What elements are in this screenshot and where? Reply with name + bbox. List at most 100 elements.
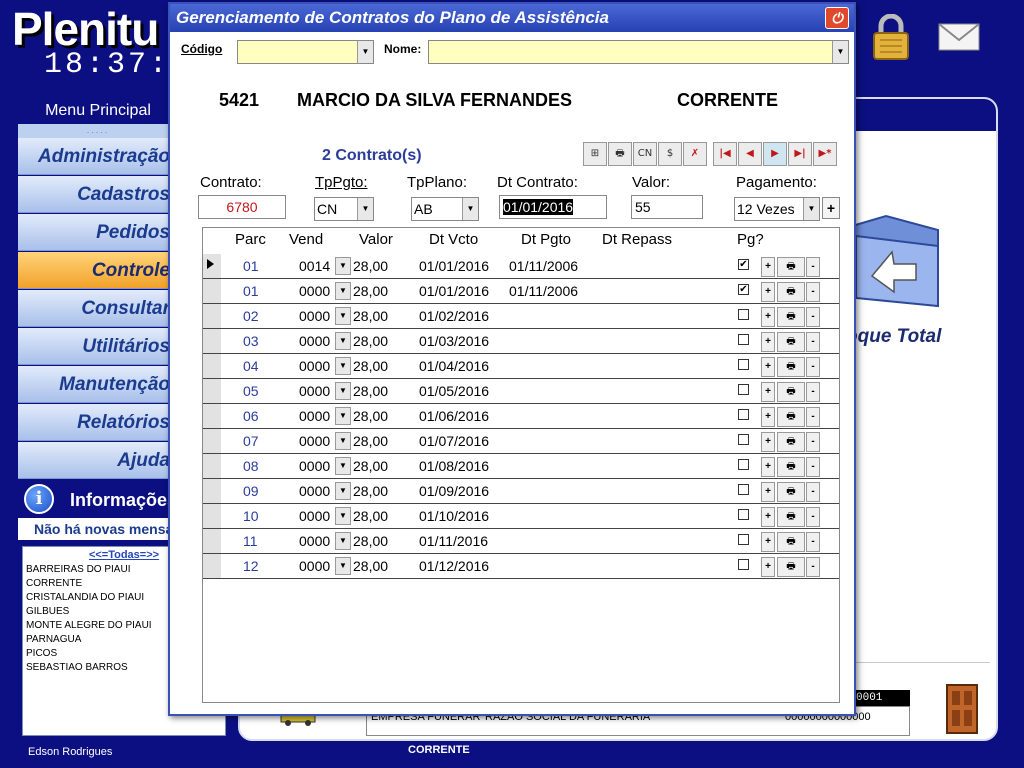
paid-checkbox[interactable] bbox=[738, 359, 749, 370]
tree-icon[interactable]: ⊞ bbox=[583, 142, 607, 166]
chevron-down-icon[interactable]: ▼ bbox=[335, 557, 351, 575]
chevron-down-icon[interactable]: ▼ bbox=[335, 507, 351, 525]
cell-vend[interactable]: 0000 bbox=[299, 283, 330, 299]
row-add-button[interactable]: + bbox=[761, 357, 775, 377]
row-add-button[interactable]: + bbox=[761, 307, 775, 327]
chevron-down-icon[interactable]: ▼ bbox=[335, 357, 351, 375]
lock-icon[interactable] bbox=[872, 14, 910, 60]
row-print-icon[interactable]: 🖶 bbox=[777, 407, 805, 427]
row-print-icon[interactable]: 🖶 bbox=[777, 332, 805, 352]
tppgto-select[interactable]: CN ▼ bbox=[314, 197, 374, 221]
paid-checkbox[interactable] bbox=[738, 309, 749, 320]
row-print-icon[interactable]: 🖶 bbox=[777, 532, 805, 552]
pagamento-select[interactable]: 12 Vezes ▼ bbox=[734, 197, 820, 221]
row-remove-button[interactable]: - bbox=[806, 307, 820, 327]
row-print-icon[interactable]: 🖶 bbox=[777, 282, 805, 302]
print-icon[interactable]: 🖶 bbox=[608, 142, 632, 166]
table-row[interactable]: 06 0000 ▼ 28,00 01/06/2016 + 🖶 - bbox=[203, 404, 839, 429]
contrato-field[interactable]: 6780 bbox=[198, 195, 286, 219]
table-row[interactable]: 01 0000 ▼ 28,00 01/01/2016 01/11/2006 ✔ + 🖶 - bbox=[203, 279, 839, 304]
menu-item-administracao[interactable]: Administração bbox=[18, 138, 178, 175]
table-row[interactable]: 07 0000 ▼ 28,00 01/07/2016 + 🖶 - bbox=[203, 429, 839, 454]
cell-vend[interactable]: 0000 bbox=[299, 383, 330, 399]
paid-checkbox[interactable]: ✔ bbox=[738, 284, 749, 295]
row-add-button[interactable]: + bbox=[761, 257, 775, 277]
paid-checkbox[interactable] bbox=[738, 434, 749, 445]
paid-checkbox[interactable] bbox=[738, 559, 749, 570]
row-print-icon[interactable]: 🖶 bbox=[777, 307, 805, 327]
row-print-icon[interactable]: 🖶 bbox=[777, 557, 805, 577]
cell-vend[interactable]: 0000 bbox=[299, 358, 330, 374]
paid-checkbox[interactable] bbox=[738, 384, 749, 395]
last-record-icon[interactable]: ▶| bbox=[788, 142, 812, 166]
cell-vend[interactable]: 0000 bbox=[299, 433, 330, 449]
tpplano-select[interactable]: AB ▼ bbox=[411, 197, 479, 221]
table-row[interactable]: 02 0000 ▼ 28,00 01/02/2016 + 🖶 - bbox=[203, 304, 839, 329]
paid-checkbox[interactable] bbox=[738, 334, 749, 345]
chevron-down-icon[interactable]: ▼ bbox=[335, 332, 351, 350]
row-remove-button[interactable]: - bbox=[806, 482, 820, 502]
chevron-down-icon[interactable]: ▼ bbox=[335, 457, 351, 475]
chevron-down-icon[interactable]: ▼ bbox=[832, 41, 848, 63]
table-row[interactable]: 04 0000 ▼ 28,00 01/04/2016 + 🖶 - bbox=[203, 354, 839, 379]
cell-vend[interactable]: 0000 bbox=[299, 333, 330, 349]
codigo-select[interactable]: ▼ bbox=[237, 40, 374, 64]
paid-checkbox[interactable] bbox=[738, 409, 749, 420]
chevron-down-icon[interactable]: ▼ bbox=[335, 482, 351, 500]
table-row[interactable]: 12 0000 ▼ 28,00 01/12/2016 + 🖶 - bbox=[203, 554, 839, 579]
paid-checkbox[interactable] bbox=[738, 484, 749, 495]
first-record-icon[interactable]: |◀ bbox=[713, 142, 737, 166]
table-row[interactable]: 05 0000 ▼ 28,00 01/05/2016 + 🖶 - bbox=[203, 379, 839, 404]
row-remove-button[interactable]: - bbox=[806, 432, 820, 452]
table-row[interactable]: 08 0000 ▼ 28,00 01/08/2016 + 🖶 - bbox=[203, 454, 839, 479]
add-payment-button[interactable]: + bbox=[822, 197, 840, 219]
cn-button[interactable]: CN bbox=[633, 142, 657, 166]
chevron-down-icon[interactable]: ▼ bbox=[803, 198, 819, 220]
chevron-down-icon[interactable]: ▼ bbox=[357, 198, 373, 220]
menu-item-cadastros[interactable]: Cadastros bbox=[18, 176, 178, 213]
cell-vend[interactable]: 0000 bbox=[299, 408, 330, 424]
row-add-button[interactable]: + bbox=[761, 482, 775, 502]
folder-icon[interactable] bbox=[842, 206, 946, 314]
paid-checkbox[interactable] bbox=[738, 459, 749, 470]
table-row[interactable]: 03 0000 ▼ 28,00 01/03/2016 + 🖶 - bbox=[203, 329, 839, 354]
row-add-button[interactable]: + bbox=[761, 557, 775, 577]
row-print-icon[interactable]: 🖶 bbox=[777, 457, 805, 477]
chevron-down-icon[interactable]: ▼ bbox=[335, 307, 351, 325]
cell-vend[interactable]: 0000 bbox=[299, 533, 330, 549]
paid-checkbox[interactable]: ✔ bbox=[738, 259, 749, 270]
row-remove-button[interactable]: - bbox=[806, 532, 820, 552]
chevron-down-icon[interactable]: ▼ bbox=[462, 198, 478, 220]
cell-vend[interactable]: 0000 bbox=[299, 508, 330, 524]
table-row[interactable]: 01 0014 ▼ 28,00 01/01/2016 01/11/2006 ✔ + 🖶 - bbox=[203, 254, 839, 279]
chevron-down-icon[interactable]: ▼ bbox=[357, 41, 373, 63]
row-print-icon[interactable]: 🖶 bbox=[777, 382, 805, 402]
delete-icon[interactable]: ✗ bbox=[683, 142, 707, 166]
row-add-button[interactable]: + bbox=[761, 432, 775, 452]
chevron-down-icon[interactable]: ▼ bbox=[335, 282, 351, 300]
valor-field[interactable]: 55 bbox=[631, 195, 703, 219]
menu-item-relatorios[interactable]: Relatórios bbox=[18, 404, 178, 441]
row-add-button[interactable]: + bbox=[761, 532, 775, 552]
cell-vend[interactable]: 0000 bbox=[299, 308, 330, 324]
row-remove-button[interactable]: - bbox=[806, 357, 820, 377]
row-print-icon[interactable]: 🖶 bbox=[777, 357, 805, 377]
row-remove-button[interactable]: - bbox=[806, 332, 820, 352]
menu-item-manutencao[interactable]: Manutenção bbox=[18, 366, 178, 403]
dtcontrato-field[interactable]: 01/01/2016 bbox=[499, 195, 607, 219]
chevron-down-icon[interactable]: ▼ bbox=[335, 257, 351, 275]
paid-checkbox[interactable] bbox=[738, 534, 749, 545]
dollar-icon[interactable]: $ bbox=[658, 142, 682, 166]
row-add-button[interactable]: + bbox=[761, 507, 775, 527]
row-remove-button[interactable]: - bbox=[806, 257, 820, 277]
paid-checkbox[interactable] bbox=[738, 509, 749, 520]
cell-vend[interactable]: 0000 bbox=[299, 558, 330, 574]
chevron-down-icon[interactable]: ▼ bbox=[335, 532, 351, 550]
close-button[interactable]: ⏻ bbox=[825, 7, 849, 29]
menu-item-utilitarios[interactable]: Utilitários bbox=[18, 328, 178, 365]
row-remove-button[interactable]: - bbox=[806, 407, 820, 427]
menu-item-controle[interactable]: Controle bbox=[18, 252, 178, 289]
table-row[interactable]: 11 0000 ▼ 28,00 01/11/2016 + 🖶 - bbox=[203, 529, 839, 554]
row-print-icon[interactable]: 🖶 bbox=[777, 432, 805, 452]
mail-icon[interactable] bbox=[938, 20, 980, 52]
